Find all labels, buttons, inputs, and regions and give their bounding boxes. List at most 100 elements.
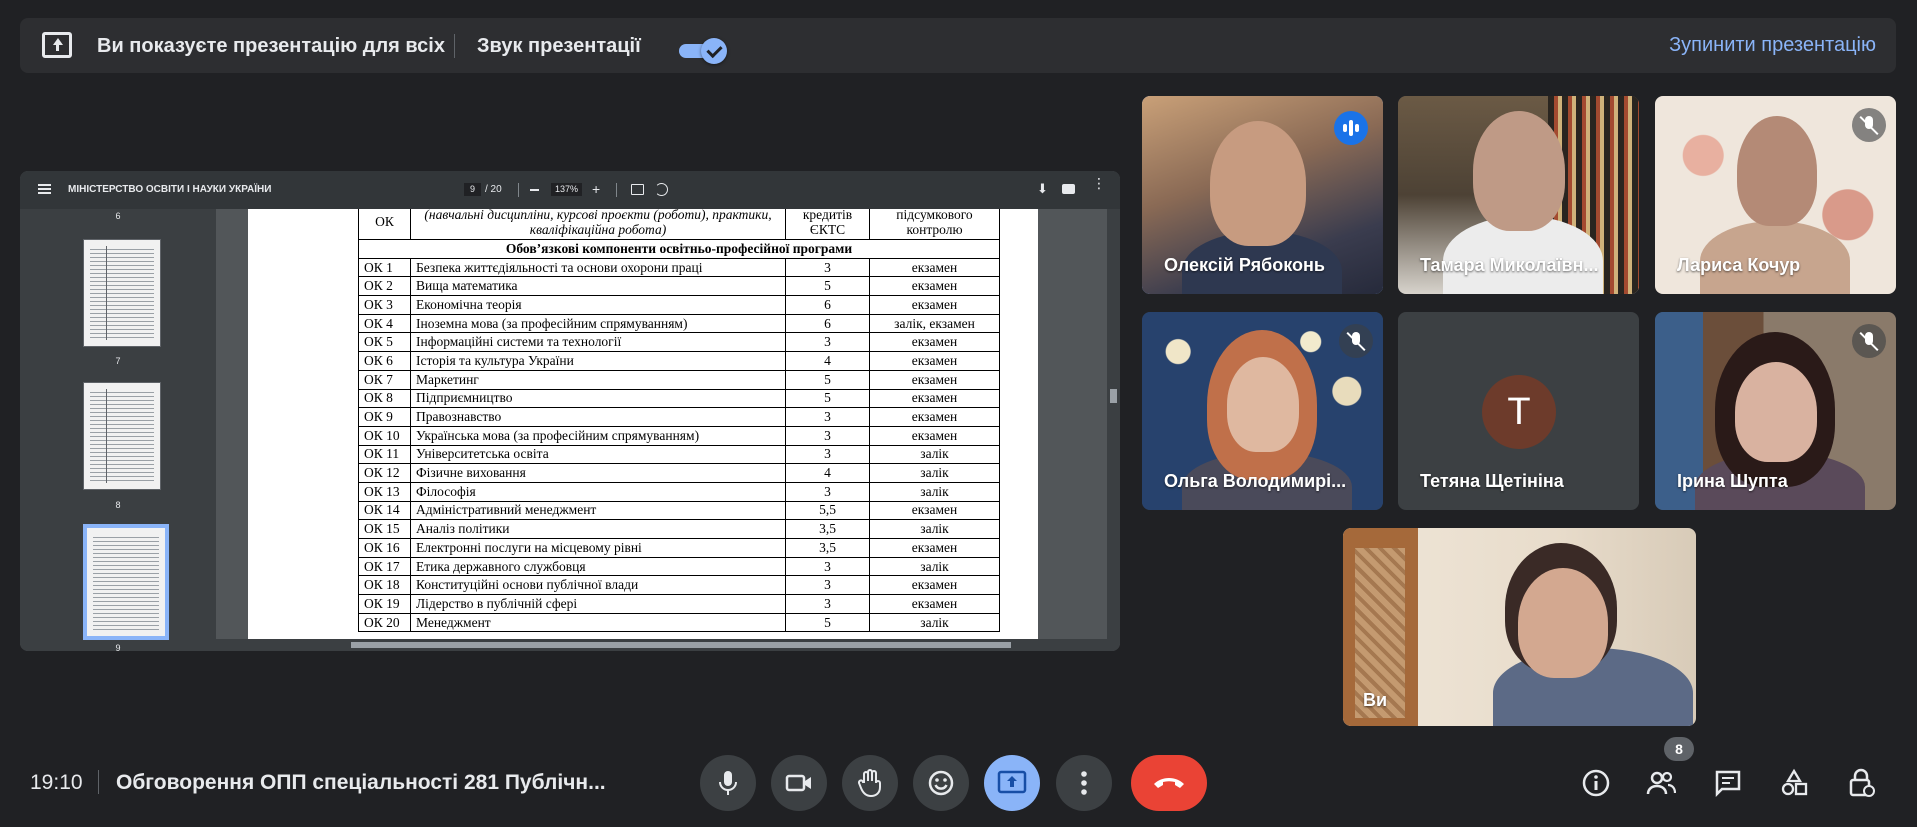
table-cell: ОК 14 bbox=[358, 500, 411, 521]
table-cell: екзамен bbox=[869, 500, 1000, 521]
table-cell: екзамен bbox=[869, 538, 1000, 558]
participant-tile[interactable]: Лариса Кочур bbox=[1655, 96, 1896, 294]
table-cell: 3 bbox=[785, 332, 870, 353]
raise-hand-button[interactable] bbox=[842, 755, 898, 811]
participant-name: Ірина Шупта bbox=[1677, 471, 1788, 491]
thumbnail-label: 8 bbox=[115, 500, 121, 510]
thumbnail-label: 6 bbox=[115, 211, 121, 221]
vertical-scrollbar[interactable] bbox=[1107, 209, 1120, 651]
rotate-icon[interactable] bbox=[655, 183, 668, 196]
print-icon[interactable] bbox=[1062, 184, 1075, 194]
table-cell: 6 bbox=[785, 313, 870, 334]
table-row: ОК 15 Аналіз політики 3,5 залік bbox=[358, 519, 1000, 539]
camera-button[interactable] bbox=[771, 755, 827, 811]
table-cell: Підприємництво bbox=[410, 388, 786, 409]
table-cell: ОК 10 bbox=[358, 425, 411, 446]
participant-tile[interactable]: Тамара Миколаївн... bbox=[1398, 96, 1639, 294]
hand-icon bbox=[857, 769, 881, 798]
more-options-button[interactable] bbox=[1056, 755, 1112, 811]
participant-tile[interactable]: T Тетяна Щетініна bbox=[1398, 312, 1639, 510]
table-cell: ОК 3 bbox=[358, 295, 411, 315]
table-cell: 5 bbox=[785, 276, 870, 297]
chat-icon[interactable] bbox=[1713, 768, 1743, 798]
table-cell: ОК 1 bbox=[358, 257, 411, 278]
table-cell: екзамен bbox=[869, 332, 1000, 353]
divider bbox=[518, 183, 519, 197]
table-cell: екзамен bbox=[869, 295, 1000, 315]
zoom-out-icon[interactable] bbox=[530, 189, 539, 191]
table-cell: екзамен bbox=[869, 351, 1000, 371]
participant-tile[interactable]: Олексій Рябоконь bbox=[1142, 96, 1383, 294]
table-cell: Правознавство bbox=[410, 407, 786, 427]
table-cell: 5 bbox=[785, 388, 870, 409]
header-cell: (навчальні дисципліни, курсові проєкти (… bbox=[410, 209, 786, 240]
download-icon[interactable]: ⬇ bbox=[1037, 181, 1048, 197]
participant-tile[interactable]: Ірина Шупта bbox=[1655, 312, 1896, 510]
check-icon bbox=[701, 38, 727, 64]
host-controls-icon[interactable] bbox=[1846, 768, 1876, 798]
activities-icon[interactable] bbox=[1779, 768, 1809, 798]
mic-button[interactable] bbox=[700, 755, 756, 811]
participant-name: Ольга Володимирі... bbox=[1164, 471, 1347, 491]
table-cell: залік, екзамен bbox=[869, 313, 1000, 334]
curriculum-table: ОК (навчальні дисципліни, курсові проєкт… bbox=[358, 209, 1000, 633]
info-icon[interactable] bbox=[1581, 768, 1611, 798]
zoom-in-icon[interactable]: + bbox=[592, 181, 600, 197]
table-row: ОК 18 Конституційні основи публічної влад… bbox=[358, 575, 1000, 596]
sound-toggle[interactable] bbox=[679, 38, 729, 64]
table-cell: ОК 20 bbox=[358, 612, 411, 633]
table-cell: Іноземна мова (за професійним спрямуванн… bbox=[410, 313, 786, 334]
table-cell: Вища математика bbox=[410, 276, 786, 297]
people-icon[interactable] bbox=[1646, 768, 1676, 798]
table-row: ОК 20 Менеджмент 5 залік bbox=[358, 612, 1000, 633]
pdf-page-area: ОК (навчальні дисципліни, курсові проєкт… bbox=[216, 209, 1120, 651]
table-cell: 5,5 bbox=[785, 500, 870, 521]
emoji-button[interactable] bbox=[913, 755, 969, 811]
table-row: ОК 14 Адміністративний менеджмент 5,5 екзам… bbox=[358, 500, 1000, 521]
table-cell: 3 bbox=[785, 594, 870, 614]
table-row: ОК 16 Електронні послуги на місцевому рі… bbox=[358, 538, 1000, 558]
table-cell: залік bbox=[869, 481, 1000, 502]
thumbnail-page[interactable] bbox=[83, 239, 161, 347]
table-cell: Етика державного службовця bbox=[410, 556, 786, 577]
table-cell: Економічна теорія bbox=[410, 295, 786, 315]
table-header: ОК (навчальні дисципліни, курсові проєкт… bbox=[358, 209, 1000, 240]
table-cell: 3,5 bbox=[785, 519, 870, 539]
header-cell: ОК bbox=[358, 209, 411, 240]
thumbnail-page[interactable] bbox=[83, 382, 161, 490]
table-cell: ОК 12 bbox=[358, 463, 411, 483]
table-cell: 3 bbox=[785, 257, 870, 278]
page-number-input[interactable]: 9 bbox=[464, 183, 481, 196]
table-cell: екзамен bbox=[869, 369, 1000, 390]
more-icon[interactable]: ⋮ bbox=[1092, 176, 1106, 190]
table-row: ОК 17 Етика державного службовця 3 залік bbox=[358, 556, 1000, 577]
menu-icon[interactable] bbox=[38, 184, 51, 194]
table-cell: ОК 4 bbox=[358, 313, 411, 334]
table-cell: Історія та культура України bbox=[410, 351, 786, 371]
table-cell: Філософія bbox=[410, 481, 786, 502]
table-cell: екзамен bbox=[869, 257, 1000, 278]
present-now-button[interactable] bbox=[984, 755, 1040, 811]
table-cell: залік bbox=[869, 612, 1000, 633]
table-cell: ОК 18 bbox=[358, 575, 411, 596]
mic-off-icon bbox=[1852, 108, 1886, 142]
table-cell: екзамен bbox=[869, 388, 1000, 409]
table-cell: Фізичне виховання bbox=[410, 463, 786, 483]
participant-name: Тетяна Щетініна bbox=[1420, 471, 1564, 491]
horizontal-scrollbar[interactable] bbox=[216, 639, 1120, 651]
table-cell: ОК 9 bbox=[358, 407, 411, 427]
leave-call-button[interactable] bbox=[1131, 755, 1207, 811]
fit-page-icon[interactable] bbox=[631, 184, 644, 195]
participant-tile[interactable]: Ольга Володимирі... bbox=[1142, 312, 1383, 510]
stop-presenting-button[interactable]: Зупинити презентацію bbox=[1669, 34, 1876, 57]
table-cell: 6 bbox=[785, 295, 870, 315]
table-cell: Інформаційні системи та технології bbox=[410, 332, 786, 353]
table-cell: залік bbox=[869, 444, 1000, 465]
thumbnail-page-active[interactable] bbox=[83, 524, 169, 640]
table-cell: ОК 2 bbox=[358, 276, 411, 297]
mic-off-icon bbox=[1852, 324, 1886, 358]
table-cell: Безпека життєдіяльності та основи охорон… bbox=[410, 257, 786, 278]
zoom-input[interactable]: 137% bbox=[551, 183, 582, 196]
self-view-tile[interactable]: Ви bbox=[1343, 528, 1696, 726]
clock: 19:10 bbox=[30, 771, 83, 794]
